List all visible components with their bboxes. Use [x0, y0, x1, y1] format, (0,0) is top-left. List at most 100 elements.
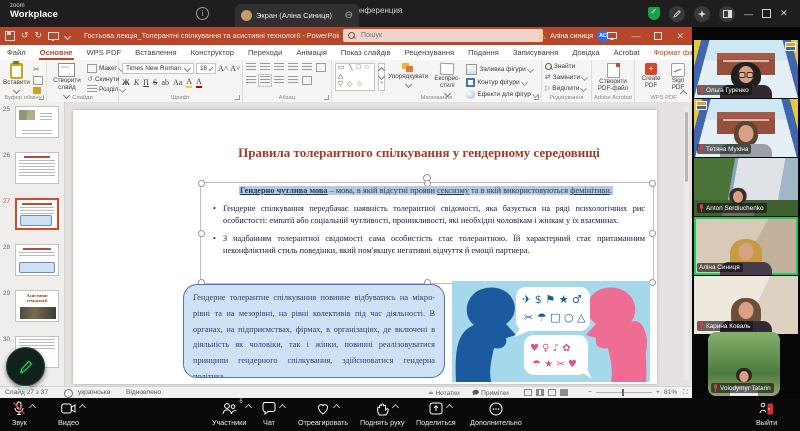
react-button[interactable]: Отреагировать	[298, 401, 348, 427]
chat-button[interactable]: Чат	[262, 401, 276, 427]
resize-handle[interactable]	[649, 230, 656, 237]
decrease-indent-button[interactable]	[274, 63, 284, 72]
select-button[interactable]: ▷Виділити	[545, 84, 587, 92]
tab-help[interactable]: Довідка	[565, 45, 606, 60]
underline-button[interactable]: П	[143, 78, 149, 87]
shape-fill-button[interactable]: Заливка фігури	[466, 64, 532, 75]
annotation-tool-button[interactable]	[6, 347, 45, 386]
format-painter-button[interactable]	[33, 87, 41, 94]
tab-recording[interactable]: Записування	[506, 45, 565, 60]
font-name-select[interactable]: Times New Roman	[122, 63, 194, 74]
tab-slideshow[interactable]: Показ слайдів	[334, 45, 398, 60]
presenter-display-icon[interactable]	[607, 32, 617, 40]
align-right-button[interactable]	[274, 76, 284, 85]
font-size-select[interactable]: 16	[196, 63, 216, 74]
resize-handle[interactable]	[649, 279, 656, 286]
grow-font-button[interactable]: A˄	[218, 64, 228, 73]
zoom-out-button[interactable]: −	[588, 389, 592, 396]
line-spacing-button[interactable]	[302, 63, 312, 72]
undo-icon[interactable]: ↺	[21, 30, 29, 41]
raise-hand-button[interactable]: Поднять руку	[360, 401, 404, 427]
reset-button[interactable]: ↺Скинути	[87, 75, 120, 83]
numbering-button[interactable]	[260, 63, 270, 72]
shapes-gallery[interactable]: ▭ ╲ □ ○ △▽ ◇ ☆ ✎{ } ★	[335, 63, 375, 91]
tab-minimize-icon[interactable]: ⊖	[345, 11, 353, 21]
ai-companion-icon[interactable]	[694, 6, 710, 22]
create-pdf-file-button[interactable]: Створити PDF-файл	[595, 63, 631, 93]
font-dialog-launcher[interactable]	[235, 95, 240, 100]
slideshow-icon[interactable]	[48, 32, 59, 40]
minimize-window-icon[interactable]: —	[744, 9, 753, 19]
tab-home[interactable]: Основне	[33, 45, 80, 60]
bold-button[interactable]: Ж	[122, 78, 130, 87]
wps-sign-pdf-button[interactable]: Sign PDF	[667, 63, 689, 92]
shapes-gallery-scroll[interactable]: ≡	[378, 63, 385, 91]
tab-wps-pdf[interactable]: WPS PDF	[80, 45, 129, 60]
audio-button[interactable]: Звук	[12, 401, 27, 427]
thumbnail-25[interactable]: 25	[0, 104, 64, 148]
drawing-dialog-launcher[interactable]	[534, 95, 539, 100]
tab-design[interactable]: Конструктор	[184, 45, 241, 60]
layout-icon[interactable]	[719, 6, 735, 22]
slide-image-gender-communication[interactable]: ✈ $ ⚑ ★ ♂ ✂ ☂ □ ○ △ ♥ ♀ ♪ ✿ ☂ ★ ✂ ♥	[452, 281, 650, 382]
bullets-button[interactable]	[246, 63, 256, 72]
thumbnail-28[interactable]: 28	[0, 242, 64, 286]
participant-video-tile[interactable]: Ольга Гуренко	[694, 40, 798, 98]
participant-video-tile[interactable]: Volodymyr Tatarin	[708, 332, 780, 396]
view-buttons[interactable]	[524, 389, 572, 396]
tab-review[interactable]: Рецензування	[398, 45, 462, 60]
resize-handle[interactable]	[198, 180, 205, 187]
tab-file[interactable]: Файл	[0, 45, 33, 60]
resize-handle[interactable]	[649, 180, 656, 187]
participants-options-chevron[interactable]	[246, 403, 251, 412]
arrange-button[interactable]: Упорядкувати	[388, 63, 428, 87]
wps-create-pdf-button[interactable]: + Create PDF	[638, 63, 664, 90]
text-direction-button[interactable]	[316, 63, 326, 72]
close-window-icon[interactable]: ✕	[780, 8, 788, 19]
audio-options-chevron[interactable]	[30, 403, 35, 412]
leave-meeting-button[interactable]: Выйти	[756, 401, 777, 427]
slide-callout-box[interactable]: Гендерне толерантне спілкування повинне …	[183, 284, 445, 378]
zoom-in-button[interactable]: +	[656, 389, 660, 396]
align-left-button[interactable]	[246, 76, 256, 85]
slide-title[interactable]: Правила толерантного спілкування у генде…	[193, 146, 645, 161]
info-icon[interactable]: i	[196, 7, 209, 20]
chat-options-chevron[interactable]	[280, 403, 285, 412]
search-box[interactable]	[343, 29, 543, 42]
tab-insert[interactable]: Вставлення	[128, 45, 184, 60]
language-indicator[interactable]: українська	[78, 389, 110, 396]
character-spacing-button[interactable]: ab	[161, 78, 169, 87]
video-options-chevron[interactable]	[80, 403, 85, 412]
new-slide-button[interactable]: Створити слайд	[50, 63, 84, 98]
tab-acrobat[interactable]: Acrobat	[607, 45, 647, 60]
clipboard-dialog-launcher[interactable]	[39, 95, 44, 100]
tab-animations[interactable]: Анімація	[289, 45, 334, 60]
zoom-level[interactable]: 81%	[664, 389, 677, 396]
paragraph-dialog-launcher[interactable]	[324, 95, 329, 100]
tab-transitions[interactable]: Переходи	[241, 45, 289, 60]
annotate-pencil-icon[interactable]	[669, 6, 685, 22]
save-icon[interactable]	[5, 31, 15, 41]
annotation-drag-handle[interactable]	[19, 386, 30, 391]
change-case-button[interactable]: Аа	[173, 78, 182, 87]
vertical-scrollbar[interactable]	[684, 106, 689, 380]
shape-outline-button[interactable]: Контур фігури	[466, 78, 526, 87]
participant-video-tile[interactable]: Тетяна Мухіна	[694, 99, 798, 157]
strikethrough-button[interactable]: S	[153, 78, 157, 87]
shrink-font-button[interactable]: A˅	[230, 64, 240, 73]
slide-thumbnail-panel[interactable]: 25 26 27 28 29 Асистивні технологі	[0, 102, 65, 386]
find-button[interactable]: Знайти	[545, 63, 575, 70]
maximize-window-icon[interactable]	[762, 9, 771, 18]
justify-button[interactable]	[288, 76, 298, 85]
qat-chevron-icon[interactable]	[65, 31, 70, 41]
react-options-chevron[interactable]	[334, 403, 339, 412]
warning-icon[interactable]: ⚠	[538, 32, 546, 41]
slide[interactable]: Правила толерантного спілкування у генде…	[73, 110, 657, 384]
definition-highlighted-text[interactable]: Гендерно чутлива мова – мова, в якій від…	[205, 186, 647, 195]
paste-button[interactable]: Вставити	[3, 63, 30, 93]
thumbnail-27-selected[interactable]: 27	[0, 196, 64, 240]
italic-button[interactable]: К	[134, 78, 139, 87]
copy-button[interactable]	[33, 76, 43, 85]
tab-screen-share[interactable]: Экран (Аліна Синиця) ⊖	[235, 4, 359, 27]
participant-video-tile[interactable]: Anton Serdiuchenko	[694, 158, 798, 216]
